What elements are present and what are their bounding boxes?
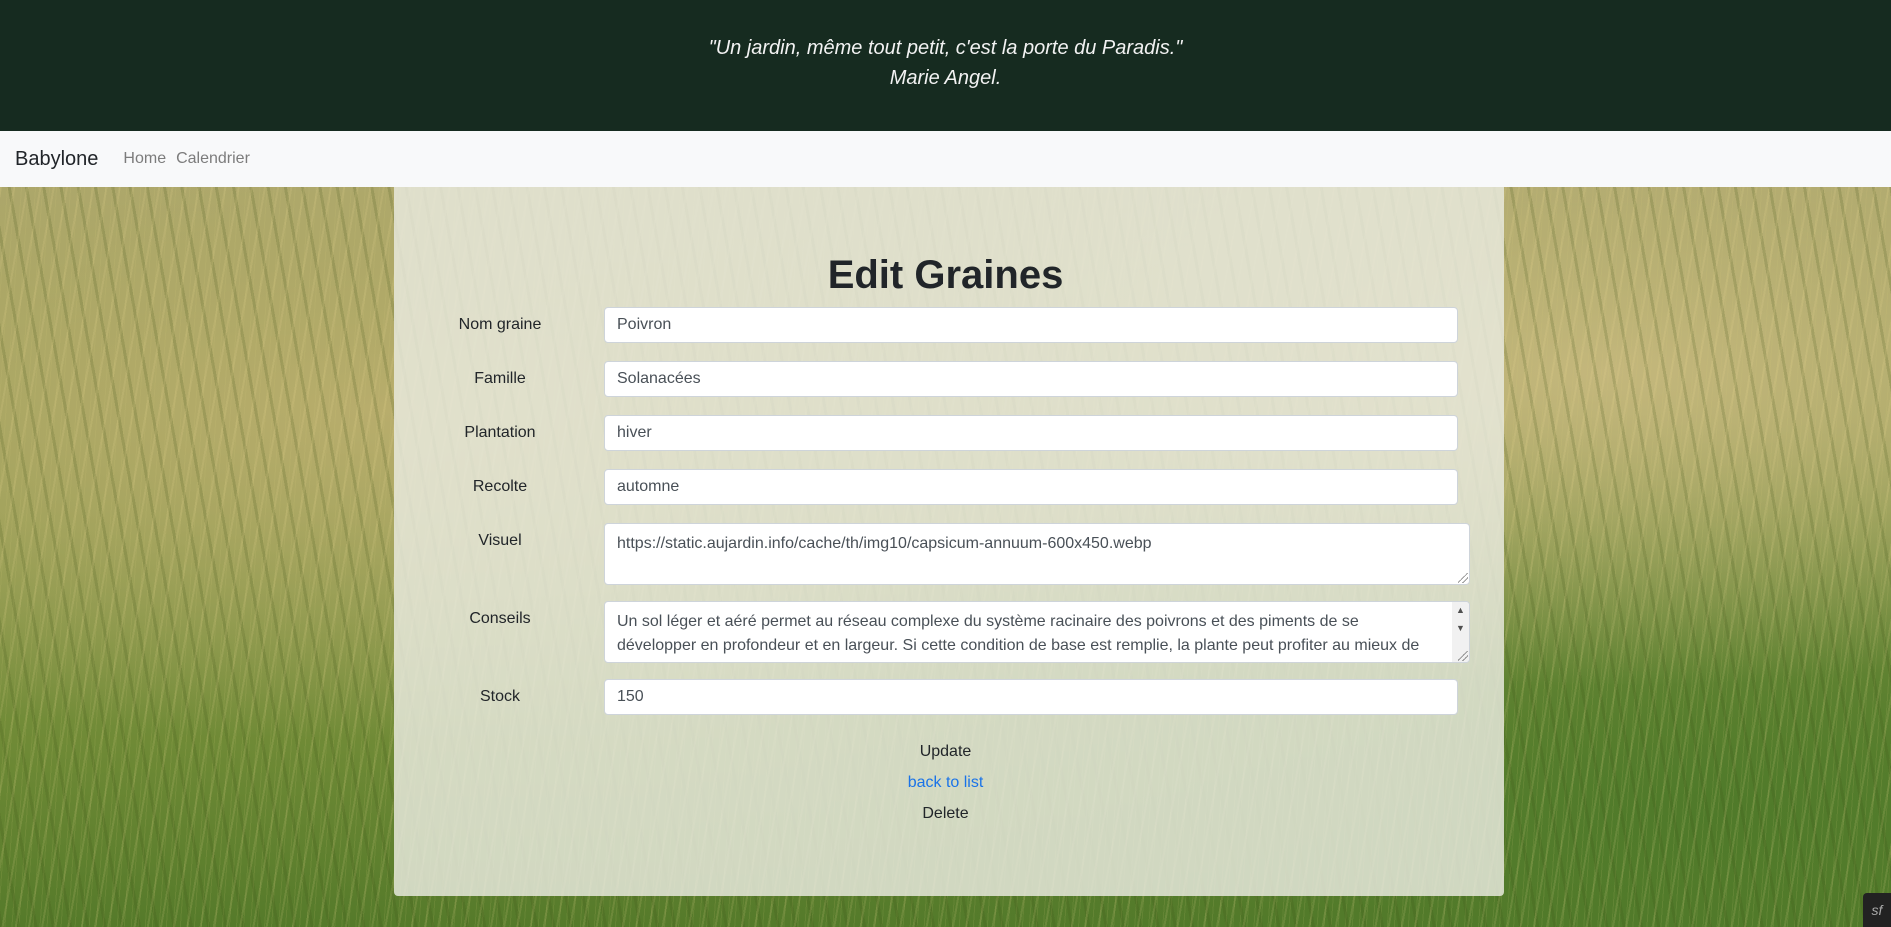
actions-back: back to list	[0, 774, 1891, 792]
actions-delete: Delete	[0, 805, 1891, 823]
visuel-label: Visuel	[478, 532, 522, 549]
plantation-input[interactable]: hiver	[604, 415, 1458, 451]
conseils-text: Un sol léger et aéré permet au réseau co…	[617, 613, 1420, 662]
symfony-logo-icon[interactable]: sf	[1863, 893, 1891, 927]
conseils-label: Conseils	[469, 610, 531, 627]
plantation-label: Plantation	[464, 424, 536, 441]
famille-input[interactable]: Solanacées	[604, 361, 1458, 397]
update-button[interactable]: Update	[920, 743, 972, 760]
delete-button[interactable]: Delete	[922, 805, 968, 822]
stock-input[interactable]: 150	[604, 679, 1458, 715]
quote-banner: "Un jardin, même tout petit, c'est la po…	[0, 0, 1891, 131]
page-title: Edit Graines	[827, 253, 1064, 297]
recolte-label: Recolte	[472, 478, 528, 495]
famille-label: Famille	[474, 370, 526, 387]
nom-graine-input[interactable]: Poivron	[604, 307, 1458, 343]
navbar-brand[interactable]: Babylone	[15, 148, 98, 171]
visuel-text: https://static.aujardin.info/cache/th/im…	[617, 535, 1152, 552]
actions-update: Update	[0, 743, 1891, 761]
recolte-input[interactable]: automne	[604, 469, 1458, 505]
nav-link-home[interactable]: Home	[123, 150, 166, 168]
stock-label: Stock	[479, 688, 520, 705]
back-to-list-link[interactable]: back to list	[908, 774, 984, 791]
resize-grip-icon[interactable]	[1458, 573, 1468, 583]
conseils-textarea[interactable]: Un sol léger et aéré permet au réseau co…	[604, 601, 1470, 663]
resize-grip-icon[interactable]	[1458, 651, 1468, 661]
nom-graine-label: Nom graine	[458, 316, 542, 333]
scroll-down-arrow-icon[interactable]: ▼	[1452, 622, 1469, 634]
nav-link-calendrier[interactable]: Calendrier	[176, 150, 250, 168]
quote-text: "Un jardin, même tout petit, c'est la po…	[708, 37, 1183, 59]
navbar: Babylone Home Calendrier	[0, 131, 1891, 187]
quote-author: Marie Angel.	[889, 67, 1002, 89]
visuel-textarea[interactable]: https://static.aujardin.info/cache/th/im…	[604, 523, 1470, 585]
scroll-up-arrow-icon[interactable]: ▲	[1452, 604, 1469, 616]
